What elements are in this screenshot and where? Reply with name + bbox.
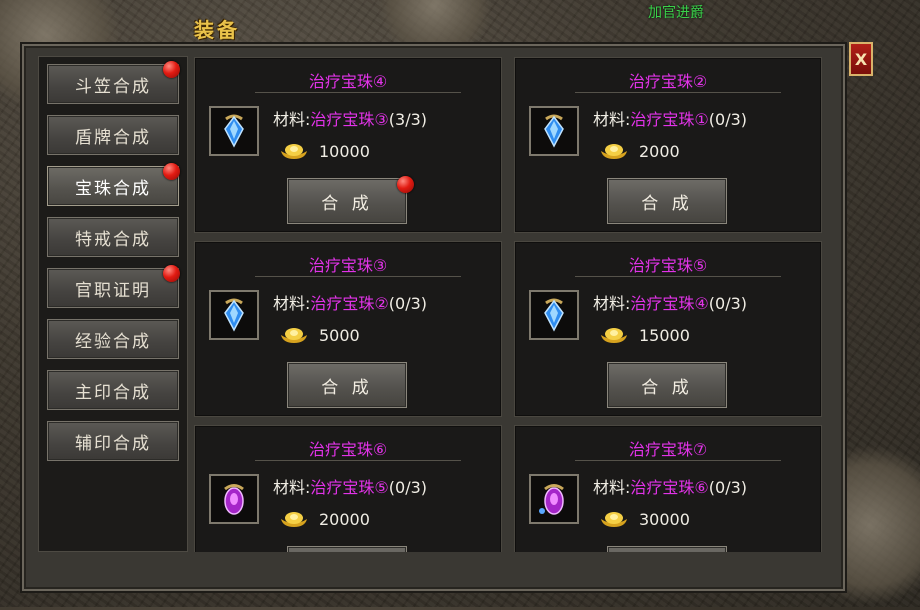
recipe-card: 治疗宝珠② 材料:治疗宝珠①(0/3) 2000 合 成 — [514, 57, 822, 233]
recipe-title: 治疗宝珠② — [628, 72, 708, 91]
material-name: 治疗宝珠⑥ — [630, 478, 709, 497]
sidebar-item-exp-merge[interactable]: 经验合成 — [47, 319, 179, 359]
sidebar-item-label: 盾牌合成 — [75, 127, 151, 148]
sidebar-item-hat-merge[interactable]: 斗笠合成 — [47, 64, 179, 104]
gold-ingot-icon — [601, 144, 627, 159]
window-title: 装备 — [194, 18, 240, 42]
merge-button[interactable]: 合 成 — [607, 178, 727, 224]
purple-gem-icon[interactable] — [209, 474, 259, 524]
material-name: 治疗宝珠④ — [630, 294, 709, 313]
material-count: (0/3) — [388, 478, 427, 497]
material-count: (0/3) — [708, 294, 747, 313]
sidebar-item-rank-certificate[interactable]: 官职证明 — [47, 268, 179, 308]
material-line: 材料:治疗宝珠③(3/3) — [273, 106, 427, 130]
gold-ingot-icon — [281, 144, 307, 159]
blue-gem-icon[interactable] — [209, 106, 259, 156]
sidebar-item-shield-merge[interactable]: 盾牌合成 — [47, 115, 179, 155]
recipe-title: 治疗宝珠⑤ — [628, 256, 708, 275]
merge-button[interactable]: 合 成 — [287, 546, 407, 552]
merge-button[interactable]: 合 成 — [607, 546, 727, 552]
purple-gem-icon[interactable] — [529, 474, 579, 524]
divider — [255, 92, 461, 93]
material-label: 材料: — [593, 478, 631, 497]
divider — [575, 276, 781, 277]
divider — [255, 460, 461, 461]
close-button[interactable]: X — [849, 42, 873, 76]
sidebar-item-label: 斗笠合成 — [75, 76, 151, 97]
sidebar-item-label: 官职证明 — [75, 280, 151, 301]
gold-cost: 15000 — [639, 326, 690, 345]
material-count: (0/3) — [708, 478, 747, 497]
material-name: 治疗宝珠② — [310, 294, 389, 313]
gold-ingot-icon — [601, 328, 627, 343]
notification-dot — [163, 61, 180, 78]
recipe-title: 治疗宝珠⑥ — [308, 440, 388, 459]
merge-button[interactable]: 合 成 — [287, 362, 407, 408]
divider — [575, 92, 781, 93]
blue-gem-icon[interactable] — [209, 290, 259, 340]
material-label: 材料: — [593, 110, 631, 129]
sidebar-item-special-ring-merge[interactable]: 特戒合成 — [47, 217, 179, 257]
gold-cost: 30000 — [639, 510, 690, 529]
notification-dot — [163, 265, 180, 282]
material-line: 材料:治疗宝珠④(0/3) — [593, 290, 747, 314]
sidebar-item-aux-seal-merge[interactable]: 辅印合成 — [47, 421, 179, 461]
notification-dot — [397, 176, 414, 193]
material-line: 材料:治疗宝珠⑥(0/3) — [593, 474, 747, 498]
sidebar-item-main-seal-merge[interactable]: 主印合成 — [47, 370, 179, 410]
gold-cost: 20000 — [319, 510, 370, 529]
material-label: 材料: — [273, 478, 311, 497]
recipe-card: 治疗宝珠⑤ 材料:治疗宝珠④(0/3) 15000 合 成 — [514, 241, 822, 417]
material-line: 材料:治疗宝珠⑤(0/3) — [273, 474, 427, 498]
recipe-card: 治疗宝珠③ 材料:治疗宝珠②(0/3) 5000 合 成 — [194, 241, 502, 417]
material-count: (3/3) — [388, 110, 427, 129]
gold-ingot-icon — [601, 512, 627, 527]
gold-ingot-icon — [281, 328, 307, 343]
material-label: 材料: — [593, 294, 631, 313]
recipe-title: 治疗宝珠⑦ — [628, 440, 708, 459]
merge-button[interactable]: 合 成 — [607, 362, 727, 408]
recipe-card: 治疗宝珠⑦ 材料:治疗宝珠⑥(0/3) 30000 合 成 — [514, 425, 822, 552]
recipe-card: 治疗宝珠⑥ 材料:治疗宝珠⑤(0/3) 20000 合 成 — [194, 425, 502, 552]
sidebar-item-label: 特戒合成 — [75, 229, 151, 250]
divider — [575, 460, 781, 461]
sidebar-item-label: 宝珠合成 — [75, 178, 151, 199]
merge-list: 治疗宝珠④ 材料:治疗宝珠③(3/3) 10000 合 成 治疗宝珠② 材料:治… — [188, 52, 833, 552]
material-name: 治疗宝珠③ — [310, 110, 389, 129]
blue-gem-icon[interactable] — [529, 106, 579, 156]
merge-button[interactable]: 合 成 — [287, 178, 407, 224]
material-name: 治疗宝珠① — [630, 110, 709, 129]
sidebar: 斗笠合成 盾牌合成 宝珠合成 特戒合成 官职证明 经验合成 主印合成 辅印合成 — [38, 56, 188, 552]
sidebar-item-label: 辅印合成 — [75, 433, 151, 454]
notification-dot — [163, 163, 180, 180]
material-line: 材料:治疗宝珠①(0/3) — [593, 106, 747, 130]
recipe-title: 治疗宝珠③ — [308, 256, 388, 275]
blue-gem-icon[interactable] — [529, 290, 579, 340]
sidebar-item-label: 经验合成 — [75, 331, 151, 352]
recipe-card: 治疗宝珠④ 材料:治疗宝珠③(3/3) 10000 合 成 — [194, 57, 502, 233]
gold-cost: 2000 — [639, 142, 680, 161]
material-label: 材料: — [273, 294, 311, 313]
recipe-title: 治疗宝珠④ — [308, 72, 388, 91]
material-line: 材料:治疗宝珠②(0/3) — [273, 290, 427, 314]
overlay-game-text: 加官进爵 — [648, 5, 704, 21]
gold-cost: 10000 — [319, 142, 370, 161]
material-count: (0/3) — [388, 294, 427, 313]
material-label: 材料: — [273, 110, 311, 129]
gold-ingot-icon — [281, 512, 307, 527]
material-name: 治疗宝珠⑤ — [310, 478, 389, 497]
gold-cost: 5000 — [319, 326, 360, 345]
sidebar-item-label: 主印合成 — [75, 382, 151, 403]
material-count: (0/3) — [708, 110, 747, 129]
sidebar-item-gem-merge[interactable]: 宝珠合成 — [47, 166, 179, 206]
divider — [255, 276, 461, 277]
